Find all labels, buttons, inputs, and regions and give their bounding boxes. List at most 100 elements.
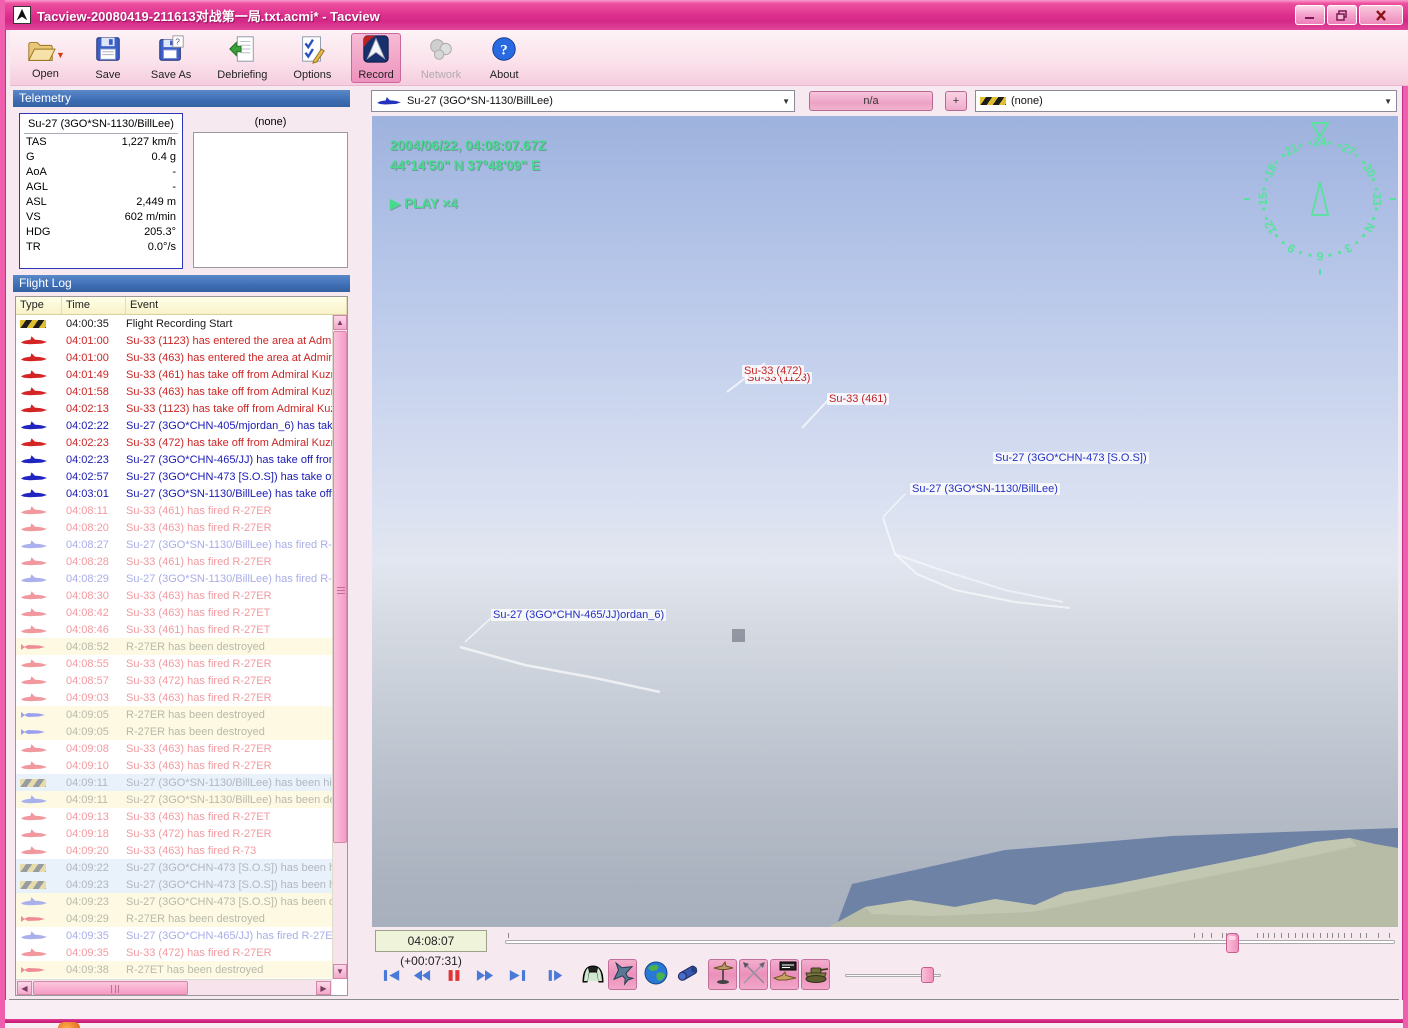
minimize-button[interactable] [1295, 5, 1325, 25]
flight-log-row[interactable]: 04:09:11 Su-27 (3GO*SN-1130/BillLee) has … [16, 791, 332, 808]
plane-icon [21, 829, 47, 838]
add-object-button[interactable]: + [945, 91, 967, 111]
flight-log-row[interactable]: 04:09:29 R-27ER has been destroyed [16, 910, 332, 927]
skip-to-start-button[interactable] [380, 963, 404, 987]
about-button[interactable]: ? About [481, 33, 527, 83]
aircraft-label[interactable]: Su-33 (472) [742, 365, 805, 377]
flight-log-row[interactable]: 04:09:20 Su-33 (463) has fired R-73 [16, 842, 332, 859]
restore-button[interactable] [1327, 5, 1357, 25]
flight-log-row[interactable]: 04:03:01 Su-27 (3GO*SN-1130/BillLee) has … [16, 485, 332, 502]
aircraft-view-button[interactable] [608, 959, 637, 990]
aircraft-label[interactable]: Su-27 (3GO*SN-1130/BillLee) [910, 483, 1060, 495]
flight-log-row[interactable]: 04:09:08 Su-33 (463) has fired R-27ER [16, 740, 332, 757]
event-text: Su-33 (1123) has take off from Admiral K… [126, 402, 332, 415]
flight-log-row[interactable]: 04:02:57 Su-27 (3GO*CHN-473 [S.O.S]) has … [16, 468, 332, 485]
flight-log-row[interactable]: 04:09:05 R-27ER has been destroyed [16, 706, 332, 723]
flight-log-vertical-scrollbar[interactable]: ▲ ▼ [332, 315, 347, 979]
network-button[interactable]: Network [415, 33, 467, 83]
secondary-object-selector[interactable]: (none) ▼ [975, 90, 1397, 112]
flight-log-row[interactable]: 04:02:22 Su-27 (3GO*CHN-405/mjordan_6) ha… [16, 417, 332, 434]
scroll-right-button[interactable]: ▶ [316, 981, 331, 995]
flight-log-row[interactable]: 04:08:52 R-27ER has been destroyed [16, 638, 332, 655]
flight-log-row[interactable]: 04:09:11 Su-27 (3GO*SN-1130/BillLee) has … [16, 774, 332, 791]
record-button[interactable]: Record [351, 32, 401, 83]
rewind-button[interactable] [410, 963, 434, 987]
aircraft-label[interactable]: Su-27 (3GO*CHN-465/JJ)ordan_6) [491, 609, 667, 621]
flight-log-row[interactable]: 04:08:30 Su-33 (463) has fired R-27ER [16, 587, 332, 604]
flight-log-row[interactable]: 04:09:23 Su-27 (3GO*CHN-473 [S.O.S]) has … [16, 893, 332, 910]
options-button[interactable]: Options [287, 33, 337, 83]
show-ground-objects-button[interactable] [801, 959, 830, 990]
globe-view-button[interactable] [641, 959, 670, 990]
flight-log-row[interactable]: 04:09:10 Su-33 (463) has fired R-27ER [16, 757, 332, 774]
flight-log-row[interactable]: 04:08:27 Su-27 (3GO*SN-1130/BillLee) has … [16, 536, 332, 553]
flight-log-row[interactable]: 04:02:23 Su-27 (3GO*CHN-465/JJ) has take … [16, 451, 332, 468]
show-models-button[interactable] [708, 959, 737, 990]
vertical-scroll-thumb[interactable] [333, 331, 347, 843]
plane-label-icon [772, 960, 798, 989]
flight-log-row[interactable]: 04:09:22 Su-27 (3GO*CHN-473 [S.O.S]) has … [16, 859, 332, 876]
flight-log-row[interactable]: 04:01:00 Su-33 (463) has entered the area… [16, 349, 332, 366]
flight-log-row[interactable]: 04:02:23 Su-33 (472) has take off from Ad… [16, 434, 332, 451]
save-as-button[interactable]: ? Save As [145, 33, 197, 83]
debriefing-button[interactable]: Debriefing [211, 33, 273, 83]
close-button[interactable] [1359, 5, 1403, 25]
viewport-3d[interactable]: 2004/06/22, 04:08:07.67Z 44°14'50" N 37°… [372, 116, 1398, 927]
fast-forward-button[interactable] [473, 963, 497, 987]
free-camera-button[interactable] [673, 959, 702, 990]
flight-log-row[interactable]: 04:00:35 Flight Recording Start [16, 315, 332, 332]
flight-log-row[interactable]: 04:09:05 R-27ER has been destroyed [16, 723, 332, 740]
flight-log-row[interactable]: 04:09:13 Su-33 (463) has fired R-27ET [16, 808, 332, 825]
open-dropdown-icon[interactable]: ▼ [56, 50, 65, 60]
flight-log-row[interactable]: 04:09:03 Su-33 (463) has fired R-27ER [16, 689, 332, 706]
show-trajectories-button[interactable] [739, 959, 768, 990]
zoom-slider-handle[interactable] [921, 967, 934, 983]
column-type[interactable]: Type [16, 297, 62, 314]
flight-log-row[interactable]: 04:08:28 Su-33 (461) has fired R-27ER [16, 553, 332, 570]
plane-icon [21, 795, 47, 804]
column-event[interactable]: Event [126, 297, 347, 314]
scroll-up-button[interactable]: ▲ [333, 315, 347, 330]
skip-to-end-button[interactable] [505, 963, 529, 987]
na-button[interactable]: n/a [809, 91, 933, 111]
missile-icon [21, 915, 45, 922]
scroll-left-button[interactable]: ◀ [17, 981, 32, 995]
horizontal-scroll-thumb[interactable] [33, 981, 188, 995]
show-labels-button[interactable] [770, 959, 799, 990]
pause-button[interactable] [442, 963, 466, 987]
timeline-handle[interactable] [1226, 933, 1240, 953]
aircraft-label[interactable]: Su-33 (461) [827, 393, 890, 405]
save-button[interactable]: Save [85, 33, 131, 83]
flight-log-row[interactable]: 04:01:00 Su-33 (1123) has entered the are… [16, 332, 332, 349]
column-time[interactable]: Time [62, 297, 126, 314]
open-button[interactable]: ▼ Open [20, 33, 71, 83]
timeline-event-tick [1344, 933, 1346, 938]
flight-log-row[interactable]: 04:08:46 Su-33 (461) has fired R-27ET [16, 621, 332, 638]
primary-object-selector[interactable]: Su-27 (3GO*SN-1130/BillLee) ▼ [371, 90, 795, 112]
event-text: Su-33 (463) has fired R-27ER [126, 589, 272, 602]
aircraft-label[interactable]: Su-27 (3GO*CHN-473 [S.O.S]) [993, 452, 1149, 464]
event-text: Su-27 (3GO*SN-1130/BillLee) has take off… [126, 487, 332, 500]
timeline-slider[interactable] [505, 933, 1395, 953]
cockpit-view-button[interactable] [578, 959, 607, 990]
flight-log-row[interactable]: 04:09:23 Su-27 (3GO*CHN-473 [S.O.S]) has … [16, 876, 332, 893]
flight-log-row[interactable]: 04:08:20 Su-33 (463) has fired R-27ER [16, 519, 332, 536]
telemetry-row-tr: TR 0.0°/s [24, 239, 178, 254]
flight-log-horizontal-scrollbar[interactable]: ◀ ▶ [16, 979, 332, 995]
step-forward-button[interactable] [543, 963, 567, 987]
flight-log-row[interactable]: 04:09:18 Su-33 (472) has fired R-27ER [16, 825, 332, 842]
flight-log-row[interactable]: 04:09:38 R-27ET has been destroyed [16, 961, 332, 978]
flight-log-row[interactable]: 04:08:29 Su-27 (3GO*SN-1130/BillLee) has … [16, 570, 332, 587]
flight-log-row[interactable]: 04:01:49 Su-33 (461) has take off from Ad… [16, 366, 332, 383]
flight-log-row[interactable]: 04:09:35 Su-27 (3GO*CHN-465/JJ) has fired… [16, 927, 332, 944]
toolbar-button-label: Open [32, 67, 59, 80]
flight-log-row[interactable]: 04:08:11 Su-33 (461) has fired R-27ER [16, 502, 332, 519]
flight-log-row[interactable]: 04:01:58 Su-33 (463) has take off from Ad… [16, 383, 332, 400]
flight-log-row[interactable]: 04:08:55 Su-33 (463) has fired R-27ER [16, 655, 332, 672]
flight-log-row[interactable]: 04:08:42 Su-33 (463) has fired R-27ET [16, 604, 332, 621]
scroll-down-button[interactable]: ▼ [333, 964, 347, 979]
flight-log-row[interactable]: 04:02:13 Su-33 (1123) has take off from A… [16, 400, 332, 417]
camera-zoom-slider[interactable] [845, 967, 941, 983]
flight-log-row[interactable]: 04:08:57 Su-33 (472) has fired R-27ER [16, 672, 332, 689]
flight-log-row[interactable]: 04:09:35 Su-33 (472) has fired R-27ER [16, 944, 332, 961]
